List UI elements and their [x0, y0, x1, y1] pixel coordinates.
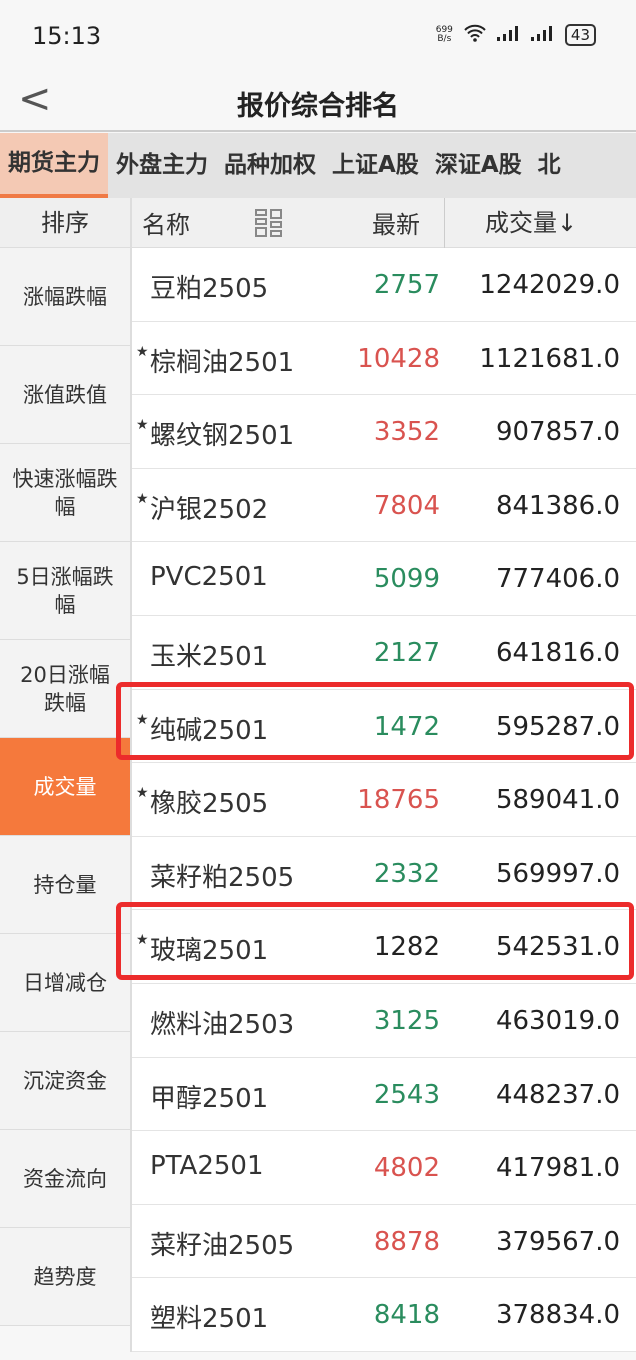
- volume: 641816.0: [495, 637, 620, 668]
- sidebar-item[interactable]: 成交量: [0, 738, 130, 836]
- volume: 448237.0: [495, 1079, 620, 1110]
- battery-icon: 43: [564, 24, 596, 46]
- sidebar-item[interactable]: 沉淀资金: [0, 1032, 130, 1130]
- speed-unit: B/s: [437, 34, 452, 44]
- sidebar-item[interactable]: 5日涨幅跌幅: [0, 542, 130, 640]
- volume: 379567.0: [495, 1226, 620, 1257]
- network-speed: 699 B/s: [436, 26, 453, 44]
- contract-name: 甲醇2501: [150, 1083, 269, 1114]
- tab-5[interactable]: 北: [530, 133, 569, 198]
- sort-sidebar: 排序 涨幅跌幅 涨值跌值 快速涨幅跌幅 5日涨幅跌幅 20日涨幅跌幅 成交量 持仓量 日增减仓…: [0, 198, 130, 1326]
- latest-price: 2332: [373, 858, 440, 889]
- contract-name: PVC2501: [150, 562, 268, 593]
- signal-icon-2: [530, 25, 555, 45]
- latest-price: 2127: [373, 637, 440, 668]
- app-header: < 报价综合排名: [0, 70, 636, 132]
- highlight-box: [116, 902, 634, 981]
- contract-name: 菜籽粕2505: [150, 862, 295, 893]
- table-row[interactable]: ★ 棕榈油2501 10428 1121681.0: [132, 322, 636, 396]
- contract-name: 玉米2501: [150, 641, 269, 672]
- tab-0[interactable]: 期货主力: [0, 133, 108, 198]
- latest-price: 7804: [373, 490, 440, 521]
- star-icon: ★: [136, 490, 149, 507]
- volume: 841386.0: [495, 490, 620, 521]
- star-icon: ★: [136, 785, 149, 802]
- latest-price: 18765: [357, 785, 440, 816]
- table-header: 名称 最新 成交量↓: [132, 198, 636, 248]
- volume: 589041.0: [495, 785, 620, 816]
- latest-price: 8878: [373, 1226, 440, 1257]
- sidebar-item[interactable]: 日增减仓: [0, 934, 130, 1032]
- latest-price: 2543: [373, 1079, 440, 1110]
- ranking-table: 名称 最新 成交量↓ 豆粕2505 2757 1242029.0 ★ 棕榈油2501 10…: [130, 198, 636, 1352]
- table-row[interactable]: 豆粕2505 2757 1242029.0: [132, 248, 636, 322]
- sidebar-item[interactable]: 资金流向: [0, 1130, 130, 1228]
- star-icon: ★: [136, 417, 149, 434]
- volume: 569997.0: [495, 858, 620, 889]
- volume: 1242029.0: [479, 270, 620, 300]
- latest-price: 10428: [357, 343, 440, 374]
- volume: 417981.0: [495, 1153, 620, 1184]
- latest-price: 8418: [373, 1300, 440, 1331]
- column-name[interactable]: 名称: [142, 205, 190, 240]
- contract-name: PTA2501: [150, 1151, 264, 1182]
- contract-name: 塑料2501: [150, 1304, 269, 1335]
- table-row[interactable]: ★ 橡胶2505 18765 589041.0: [132, 763, 636, 837]
- table-row[interactable]: PTA2501 4802 417981.0: [132, 1131, 636, 1205]
- volume: 1121681.0: [479, 343, 620, 374]
- grid-layout-icon[interactable]: [254, 208, 284, 238]
- volume: 777406.0: [495, 564, 620, 595]
- latest-price: 4802: [373, 1153, 440, 1184]
- table-row[interactable]: 菜籽粕2505 2332 569997.0: [132, 837, 636, 911]
- volume: 378834.0: [495, 1300, 620, 1331]
- signal-icon: [496, 25, 521, 45]
- column-latest[interactable]: 最新: [372, 205, 420, 240]
- latest-price: 5099: [373, 564, 440, 595]
- contract-name: 橡胶2505: [150, 789, 269, 820]
- table-row[interactable]: ★ 沪银2502 7804 841386.0: [132, 469, 636, 543]
- star-icon: ★: [136, 343, 149, 360]
- column-volume[interactable]: 成交量↓: [444, 198, 636, 248]
- status-bar: 15:13 699 B/s 43: [0, 0, 636, 70]
- sidebar-header: 排序: [0, 198, 130, 248]
- table-row[interactable]: 玉米2501 2127 641816.0: [132, 616, 636, 690]
- tab-2[interactable]: 品种加权: [216, 133, 324, 198]
- highlight-box: [116, 681, 634, 760]
- table-row[interactable]: ★ 螺纹钢2501 3352 907857.0: [132, 395, 636, 469]
- contract-name: 豆粕2505: [150, 274, 269, 304]
- volume: 463019.0: [495, 1005, 620, 1036]
- table-row[interactable]: 塑料2501 8418 378834.0: [132, 1278, 636, 1352]
- latest-price: 3352: [373, 417, 440, 448]
- volume: 907857.0: [495, 417, 620, 448]
- table-row[interactable]: PVC2501 5099 777406.0: [132, 542, 636, 616]
- tab-1[interactable]: 外盘主力: [108, 133, 216, 198]
- contract-name: 菜籽油2505: [150, 1230, 295, 1261]
- sidebar-item[interactable]: 趋势度: [0, 1228, 130, 1326]
- contract-name: 螺纹钢2501: [150, 421, 295, 452]
- table-row[interactable]: 菜籽油2505 8878 379567.0: [132, 1205, 636, 1279]
- tab-4[interactable]: 深证A股: [427, 133, 530, 198]
- status-time: 15:13: [32, 22, 102, 50]
- table-row[interactable]: 甲醇2501 2543 448237.0: [132, 1058, 636, 1132]
- contract-name: 燃料油2503: [150, 1009, 295, 1040]
- sidebar-item[interactable]: 快速涨幅跌幅: [0, 444, 130, 542]
- tab-3[interactable]: 上证A股: [324, 133, 427, 198]
- sidebar-item[interactable]: 涨值跌值: [0, 346, 130, 444]
- contract-name: 沪银2502: [150, 494, 269, 525]
- table-row[interactable]: 燃料油2503 3125 463019.0: [132, 984, 636, 1058]
- wifi-icon: [463, 24, 487, 46]
- latest-price: 2757: [373, 270, 440, 300]
- sidebar-item[interactable]: 20日涨幅跌幅: [0, 640, 130, 738]
- sidebar-item[interactable]: 持仓量: [0, 836, 130, 934]
- contract-name: 棕榈油2501: [150, 347, 295, 378]
- sidebar-item[interactable]: 涨幅跌幅: [0, 248, 130, 346]
- page-title: 报价综合排名: [237, 91, 399, 122]
- market-tabs: 期货主力 外盘主力 品种加权 上证A股 深证A股北: [0, 133, 636, 198]
- latest-price: 3125: [373, 1005, 440, 1036]
